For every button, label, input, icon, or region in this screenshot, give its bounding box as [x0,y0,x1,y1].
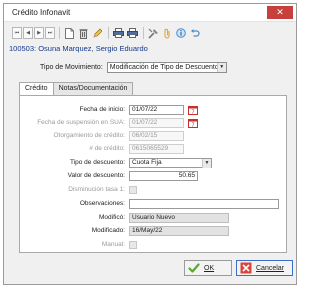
ok-button[interactable]: OK [184,260,232,276]
toolbar: ⏮ ◀ ▶ ⏭ [12,26,203,40]
svg-text:7: 7 [191,123,194,128]
manual-row: Manual: [20,240,288,250]
title-bar: Crédito Infonavit ✕ [4,4,296,22]
credit-grant-label: Otorgamiento de crédito: [53,132,125,139]
movement-type-value: Modificación de Tipo de Descuento [109,64,219,71]
rate-reduction-row: Disminución tasa 1: [20,185,288,195]
modified-date-row: Modificado: 16/May/22 [20,226,288,236]
svg-text:7: 7 [191,110,194,115]
tab-strip: Crédito Notas/Documentación [19,82,134,96]
suspension-date-label: Fecha de suspensión en SUA: [37,119,125,126]
modified-by-field: Usuario Nuevo [129,213,229,223]
toolbar-divider [59,27,60,39]
window-title: Crédito Infonavit [12,8,71,17]
discount-type-row: Tipo de descuento: Cuota Fija ▼ [20,158,288,168]
credit-number-row: # de crédito: 0615065529 [20,144,288,154]
movement-type-row: Tipo de Movimiento: Modificación de Tipo… [40,62,227,73]
movement-type-label: Tipo de Movimiento: [40,64,103,71]
employee-record-line: 100503: Osuna Marquez, Sergio Eduardo [9,44,148,53]
previous-record-button[interactable]: ◀ [23,27,33,39]
start-date-row: Fecha de inicio: 01/07/22 7 [20,105,288,116]
ok-label: OK [204,264,215,272]
delete-icon[interactable] [77,27,89,39]
discount-type-label: Tipo de descuento: [69,159,125,166]
modified-by-label: Modificó: [98,214,125,221]
info-icon[interactable] [175,27,187,39]
manual-label: Manual: [101,241,125,248]
credit-number-field[interactable]: 0615065529 [129,144,184,154]
checkmark-icon [188,262,200,274]
cancel-label: Cancelar [256,264,285,272]
rate-reduction-checkbox[interactable] [129,186,137,194]
edit-icon[interactable] [91,27,103,39]
toolbar-divider [108,27,109,39]
print-icon[interactable] [112,27,124,39]
print-preview-icon[interactable] [126,27,138,39]
toolbar-divider [143,27,144,39]
credit-grant-field[interactable]: 06/02/15 [129,131,184,141]
movement-type-select[interactable]: Modificación de Tipo de Descuento ▼ [106,62,227,73]
observations-field[interactable] [129,199,279,209]
tab-notas-documentacion[interactable]: Notas/Documentación [52,82,134,95]
next-record-button[interactable]: ▶ [34,27,44,39]
manual-checkbox[interactable] [129,241,137,249]
discount-value-row: Valor de descuento: 50.65 [20,171,288,181]
new-document-icon[interactable] [63,27,75,39]
chevron-down-icon[interactable]: ▼ [202,159,211,168]
discount-type-value: Cuota Fija [132,159,162,166]
cancel-x-icon [240,262,252,274]
suspension-date-field[interactable]: 01/07/22 [129,118,184,128]
tools-icon[interactable] [147,27,159,39]
observations-row: Observaciones: [20,199,288,209]
chevron-down-icon[interactable]: ▼ [216,63,226,72]
attach-icon[interactable] [161,27,173,39]
observations-label: Observaciones: [79,200,125,207]
tab-credito[interactable]: Crédito [19,82,54,96]
credit-grant-row: Otorgamiento de crédito: 06/02/15 [20,131,288,141]
credit-number-label: # de crédito: [89,145,125,152]
first-record-button[interactable]: ⏮ [12,27,22,39]
start-date-label: Fecha de inicio: [79,106,125,113]
last-record-button[interactable]: ⏭ [45,27,55,39]
calendar-icon[interactable]: 7 [188,105,198,116]
close-button[interactable]: ✕ [267,6,293,19]
credito-infonavit-window: Crédito Infonavit ✕ ⏮ ◀ ▶ ⏭ 100503: Osun… [3,3,297,285]
start-date-field[interactable]: 01/07/22 [129,105,184,115]
modified-by-row: Modificó: Usuario Nuevo [20,213,288,223]
rate-reduction-label: Disminución tasa 1: [68,186,125,193]
discount-value-field[interactable]: 50.65 [129,171,198,181]
suspension-date-row: Fecha de suspensión en SUA: 01/07/22 7 [20,118,288,129]
modified-date-label: Modificado: [91,227,125,234]
discount-type-select[interactable]: Cuota Fija ▼ [129,158,212,168]
calendar-icon[interactable]: 7 [188,118,198,129]
cancel-button[interactable]: Cancelar [236,260,293,276]
modified-date-field: 16/May/22 [129,226,229,236]
undo-icon[interactable] [189,27,201,39]
credito-panel: Fecha de inicio: 01/07/22 7 Fecha de sus… [19,95,287,253]
discount-value-label: Valor de descuento: [67,172,125,179]
